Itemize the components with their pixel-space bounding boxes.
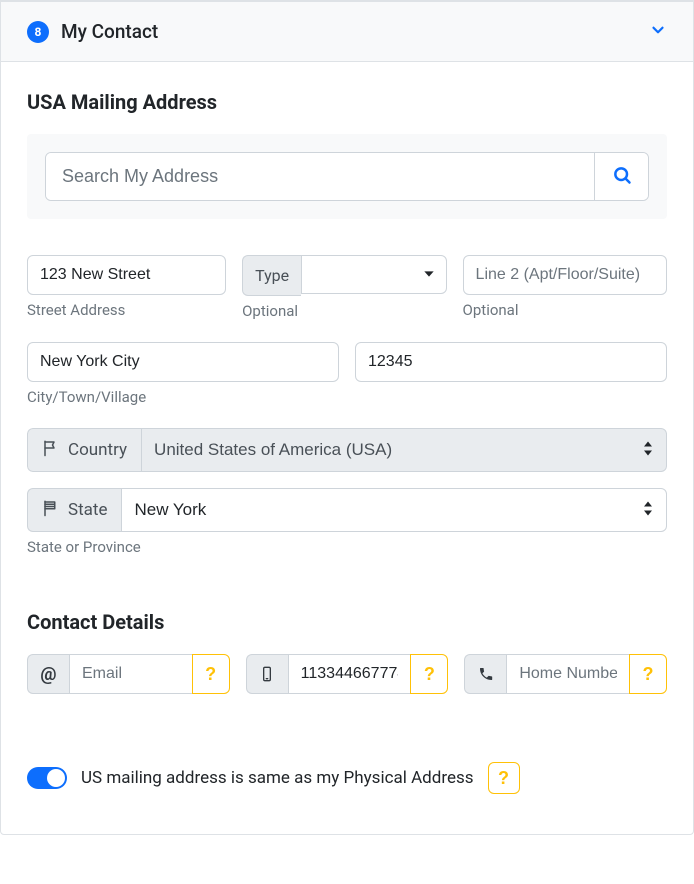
home-phone-input[interactable] (506, 654, 629, 694)
home-phone-group: ? (464, 654, 667, 694)
address-line1-row: Street Address Type Optional (27, 255, 667, 320)
home-phone-help-button[interactable]: ? (629, 654, 667, 694)
my-contact-panel: 8 My Contact USA Mailing Address (0, 0, 694, 835)
city-zip-row: City/Town/Village (27, 342, 667, 406)
country-label-text: Country (68, 440, 127, 460)
state-label: State (27, 488, 121, 532)
email-input[interactable] (69, 654, 192, 694)
address-type-label: Type (242, 255, 301, 296)
chevron-down-icon[interactable] (649, 21, 667, 43)
email-help-button[interactable]: ? (192, 654, 230, 694)
address-type-select[interactable] (301, 255, 446, 294)
mobile-input[interactable] (288, 654, 411, 694)
flag-icon (42, 439, 60, 462)
street-address-input[interactable] (27, 255, 226, 295)
panel-body: USA Mailing Address Street Address (1, 62, 693, 834)
section-title-contact-details: Contact Details (27, 610, 667, 634)
address-search-wrapper (27, 134, 667, 219)
state-select[interactable]: New York (121, 488, 667, 532)
address-line2-input[interactable] (463, 255, 667, 295)
zip-input[interactable] (355, 342, 667, 382)
state-select-group: State New York (27, 488, 667, 532)
country-select-group: Country United States of America (USA) (27, 428, 667, 472)
panel-title: My Contact (61, 20, 158, 43)
city-input[interactable] (27, 342, 339, 382)
address-search-input[interactable] (46, 153, 594, 200)
panel-header[interactable]: 8 My Contact (1, 1, 693, 62)
search-icon (612, 165, 632, 188)
country-select[interactable]: United States of America (USA) (141, 428, 667, 472)
city-help: City/Town/Village (27, 388, 339, 406)
address-type-group: Type (242, 255, 446, 296)
state-label-text: State (68, 500, 107, 520)
email-icon: @ (27, 654, 69, 694)
same-address-row: US mailing address is same as my Physica… (27, 762, 667, 794)
mobile-group: ? (246, 654, 449, 694)
section-title-mailing-address: USA Mailing Address (27, 90, 667, 114)
phone-icon (464, 654, 506, 694)
street-address-help: Street Address (27, 301, 226, 319)
address-line2-help: Optional (463, 301, 667, 319)
same-address-help-button[interactable]: ? (488, 762, 520, 794)
address-type-help: Optional (242, 302, 446, 320)
mobile-icon (246, 654, 288, 694)
mobile-help-button[interactable]: ? (410, 654, 448, 694)
step-number-badge: 8 (27, 21, 49, 43)
contact-fields-row: @ ? ? ? (27, 654, 667, 694)
same-address-label: US mailing address is same as my Physica… (81, 768, 474, 788)
toggle-knob (47, 769, 65, 787)
same-address-toggle[interactable] (27, 767, 67, 789)
panel-header-left: 8 My Contact (27, 20, 158, 43)
email-group: @ ? (27, 654, 230, 694)
address-search-group (45, 152, 649, 201)
country-select-display[interactable]: United States of America (USA) (141, 428, 667, 472)
address-search-button[interactable] (594, 153, 648, 200)
flag-usa-icon (42, 499, 60, 522)
country-label: Country (27, 428, 141, 472)
state-help: State or Province (27, 538, 667, 556)
state-select-display[interactable]: New York (121, 488, 667, 532)
